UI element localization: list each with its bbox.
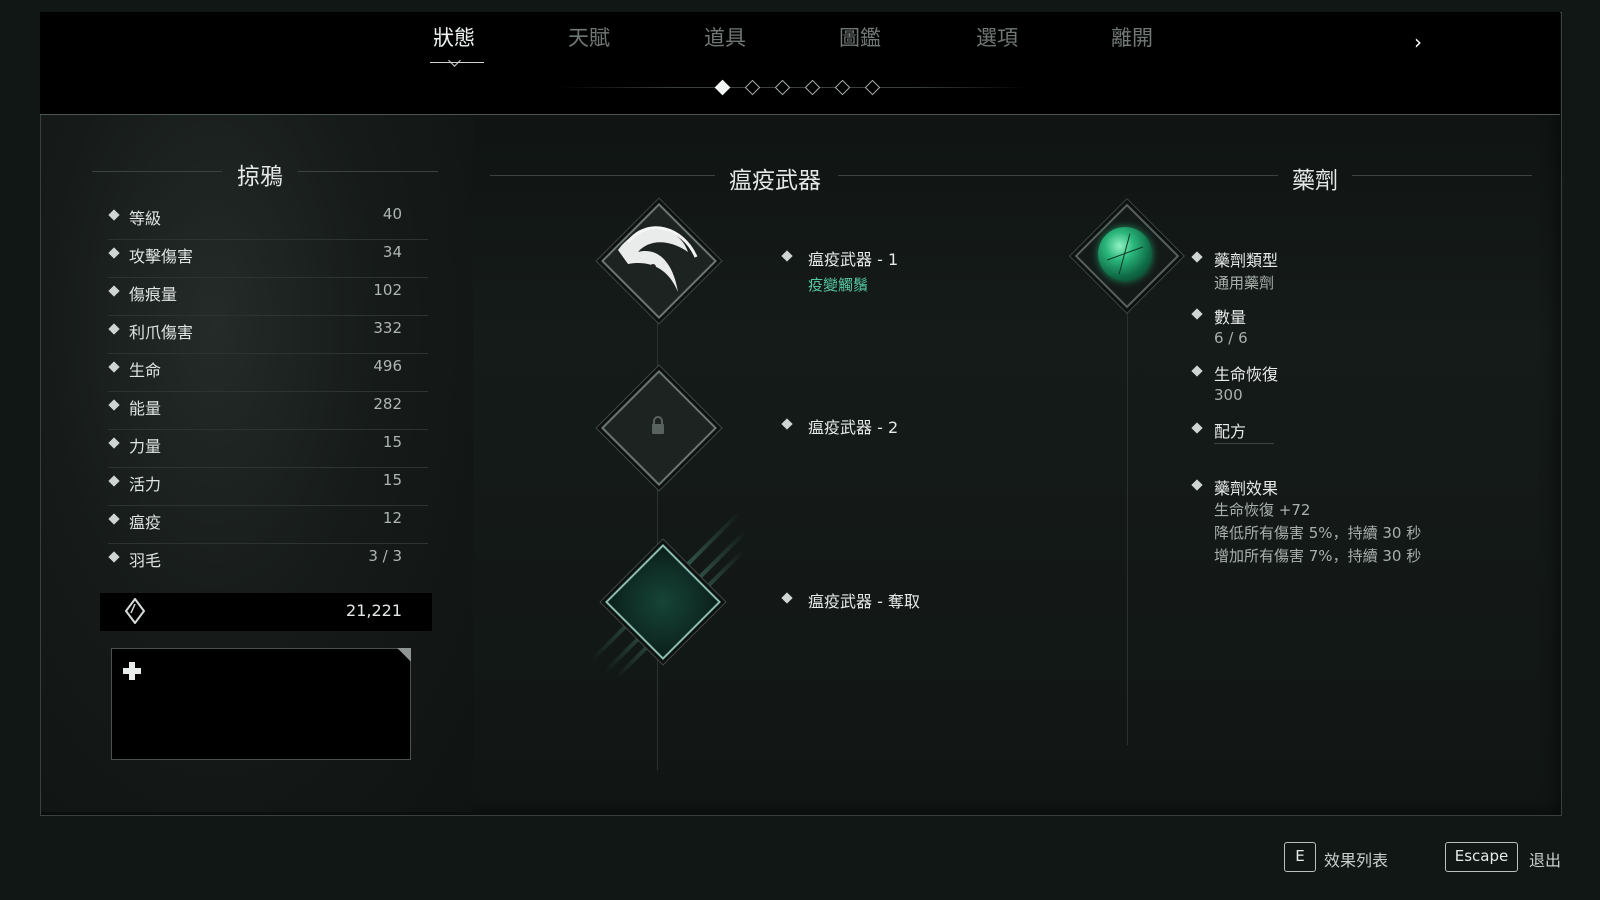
empty-item-slot[interactable]: [111, 648, 411, 760]
stat-row-feathers: 羽毛 3 / 3: [108, 544, 428, 581]
stat-row-plague: 瘟疫 12: [108, 506, 428, 544]
tab-items[interactable]: 道具: [665, 22, 785, 52]
stat-row-level: 等級 40: [108, 202, 428, 240]
effects-list-label[interactable]: 效果列表: [1324, 847, 1388, 871]
plus-icon: [123, 662, 141, 680]
green-potion-orb-icon: [1098, 227, 1152, 281]
page-indicator: [560, 78, 1030, 98]
plague-weapon-2-label: 瘟疫武器 - 2: [808, 418, 899, 437]
stat-row-claw: 利爪傷害 332: [108, 316, 428, 354]
tab-codex[interactable]: 圖鑑: [800, 22, 920, 52]
tab-exit[interactable]: 離開: [1072, 22, 1192, 52]
plague-weapon-1-name: 疫變觸鬚: [808, 276, 869, 294]
potion-effect-3: 增加所有傷害 7%，持續 30 秒: [1214, 547, 1422, 565]
stat-row-wound: 傷痕量 102: [108, 278, 428, 316]
currency-value: 21,221: [346, 601, 402, 620]
potion-title: 藥劑: [1292, 168, 1338, 194]
potion-effect-2: 降低所有傷害 5%，持續 30 秒: [1214, 524, 1422, 542]
plague-weapons-title: 瘟疫武器: [729, 168, 821, 194]
potion-effect-1: 生命恢復 +72: [1214, 501, 1311, 519]
plague-weapon-1-label: 瘟疫武器 - 1: [808, 250, 899, 269]
effects-key-icon[interactable]: E: [1284, 842, 1316, 872]
memory-shard-icon: [124, 598, 146, 624]
currency-bar: 21,221: [100, 593, 432, 631]
stat-row-health: 生命 496: [108, 354, 428, 392]
tab-status[interactable]: 狀態: [394, 22, 514, 52]
stat-row-strength: 力量 15: [108, 430, 428, 468]
stat-row-attack: 攻擊傷害 34: [108, 240, 428, 278]
stat-row-energy: 能量 282: [108, 392, 428, 430]
tab-options[interactable]: 選項: [937, 22, 1057, 52]
lock-icon: [652, 416, 664, 434]
character-name: 掠鴉: [237, 164, 283, 190]
next-tab-arrow-icon[interactable]: ›: [1414, 30, 1422, 54]
page-dot[interactable]: [804, 79, 821, 96]
page-dot[interactable]: [774, 79, 791, 96]
exit-label[interactable]: 退出: [1529, 847, 1561, 871]
plague-weapon-steal-label: 瘟疫武器 - 奪取: [808, 592, 920, 611]
page-dot[interactable]: [744, 79, 761, 96]
tentacle-icon: [618, 226, 698, 292]
escape-key-icon[interactable]: Escape: [1445, 842, 1518, 872]
page-dot[interactable]: [864, 79, 881, 96]
page-dot[interactable]: [834, 79, 851, 96]
tab-talents[interactable]: 天賦: [529, 22, 649, 52]
page-dot-active[interactable]: [714, 79, 731, 96]
stat-row-vitality: 活力 15: [108, 468, 428, 506]
